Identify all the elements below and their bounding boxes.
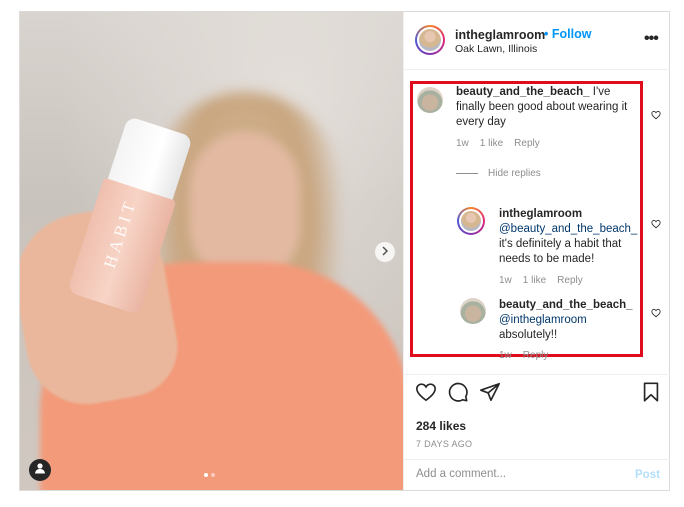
reply-avatar[interactable] <box>460 298 486 324</box>
follow-label: Follow <box>551 27 592 41</box>
user-icon <box>34 461 46 479</box>
share-icon[interactable] <box>479 381 501 403</box>
comment-like-heart-icon[interactable] <box>651 107 661 120</box>
reply-age: 1w <box>499 275 512 286</box>
reply-mention[interactable]: @intheglamroom <box>499 314 587 326</box>
reply-avatar[interactable] <box>457 207 485 235</box>
post-comment-button[interactable]: Post <box>635 469 660 481</box>
comment-age: 1w <box>456 138 469 149</box>
reply-body: beauty_and_the_beach_ @intheglamroom abs… <box>499 298 644 343</box>
author-avatar[interactable] <box>415 25 445 55</box>
carousel-next-button[interactable] <box>375 242 395 262</box>
carousel-dot-active <box>204 473 208 477</box>
hide-replies-label: Hide replies <box>488 168 541 179</box>
reply-meta: 1w Reply <box>499 350 548 361</box>
instagram-post: HABIT intheglamroom • Follow Oak Lawn, I… <box>19 11 670 491</box>
reply-username[interactable]: beauty_and_the_beach_ <box>499 299 633 311</box>
reply-like-heart-icon[interactable] <box>651 305 661 318</box>
follow-button[interactable]: • Follow <box>544 27 591 41</box>
post-timestamp[interactable]: 7 DAYS AGO <box>416 439 472 449</box>
reply-username[interactable]: intheglamroom <box>499 208 582 220</box>
carousel-indicator <box>204 473 215 477</box>
heart-icon[interactable] <box>415 381 437 403</box>
likes-count[interactable]: 284 likes <box>416 419 466 433</box>
comment-meta: 1w 1 like Reply <box>456 138 540 149</box>
hide-replies-button[interactable]: Hide replies <box>456 168 541 179</box>
author-username[interactable]: intheglamroom <box>455 28 545 42</box>
photo-face <box>190 132 300 282</box>
reply-meta: 1w 1 like Reply <box>499 275 583 286</box>
reply-reply-button[interactable]: Reply <box>523 350 549 361</box>
post-location[interactable]: Oak Lawn, Illinois <box>455 43 537 55</box>
reply-text: absolutely!! <box>499 329 558 341</box>
carousel-dot <box>211 473 215 477</box>
post-photo[interactable]: HABIT <box>20 12 403 490</box>
reply-like-heart-icon[interactable] <box>651 216 661 229</box>
reply-body: intheglamroom @beauty_and_the_beach_ it'… <box>499 207 644 267</box>
reply-likes[interactable]: 1 like <box>523 275 546 286</box>
follow-separator: • <box>544 27 549 41</box>
comment-icon[interactable] <box>447 381 469 403</box>
bookmark-icon[interactable] <box>640 381 662 403</box>
add-comment-bar: Post <box>404 459 670 490</box>
comment-reply-button[interactable]: Reply <box>514 138 540 149</box>
comment-username[interactable]: beauty_and_the_beach_ <box>456 86 590 98</box>
comments-section: beauty_and_the_beach_ I've finally been … <box>404 70 670 373</box>
comment-likes[interactable]: 1 like <box>480 138 503 149</box>
chevron-right-icon <box>381 245 389 259</box>
hide-replies-line <box>456 173 478 174</box>
post-header: intheglamroom • Follow Oak Lawn, Illinoi… <box>404 12 670 70</box>
comment-input[interactable] <box>416 468 616 480</box>
comment-avatar[interactable] <box>417 87 443 113</box>
more-options-icon[interactable]: ••• <box>644 30 659 48</box>
reply-mention[interactable]: @beauty_and_the_beach_ <box>499 223 637 235</box>
reply-text: it's definitely a habit that needs to be… <box>499 238 622 265</box>
tagged-users-button[interactable] <box>29 459 51 481</box>
post-sidebar: intheglamroom • Follow Oak Lawn, Illinoi… <box>403 12 670 490</box>
reply-age: 1w <box>499 350 512 361</box>
post-actions: 284 likes 7 DAYS AGO Post <box>404 374 670 490</box>
reply-reply-button[interactable]: Reply <box>557 275 583 286</box>
comment-body: beauty_and_the_beach_ I've finally been … <box>456 85 642 130</box>
